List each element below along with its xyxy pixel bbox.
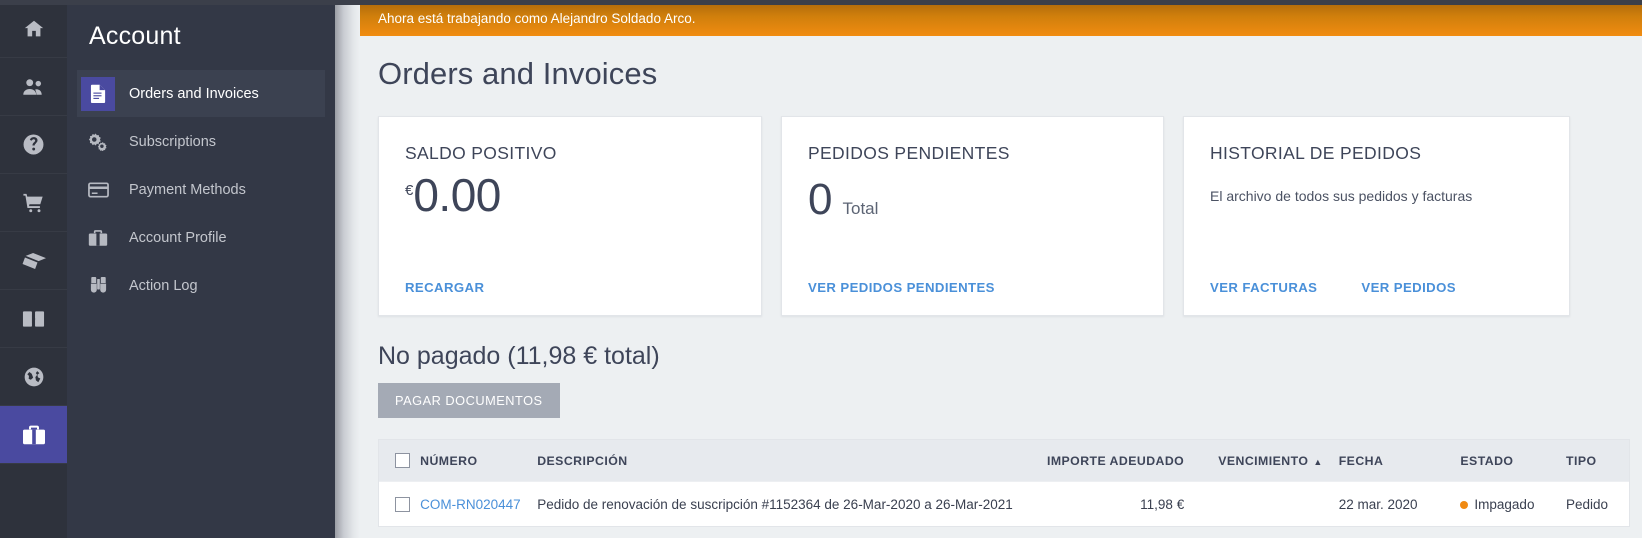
main-content: Ahora está trabajando como Alejandro Sol… — [360, 0, 1642, 538]
users-icon — [22, 76, 46, 98]
currency-symbol: € — [405, 182, 414, 199]
icon-rail — [0, 0, 67, 538]
document-icon — [81, 76, 115, 111]
ver-pedidos-pendientes-link[interactable]: VER PEDIDOS PENDIENTES — [808, 280, 995, 295]
status-badge: Impagado — [1474, 496, 1535, 512]
sidebar-item-subscriptions[interactable]: Subscriptions — [77, 118, 325, 165]
top-strip — [0, 0, 1642, 5]
app-window: Account Orders and Invoices Subscription… — [0, 0, 1642, 538]
unpaid-section-heading: No pagado (11,98 € total) — [378, 342, 660, 370]
impersonation-banner-text: Ahora está trabajando como Alejandro Sol… — [378, 10, 696, 26]
column-header-tipo[interactable]: TIPO — [1552, 440, 1629, 482]
cell-importe-adeudado: 11,98 € — [1018, 481, 1195, 527]
balance-value-row: € 0.00 — [405, 172, 735, 218]
column-header-descripcion[interactable]: DESCRIPCIÓN — [531, 440, 1019, 482]
home-icon — [23, 18, 45, 40]
card-title: HISTORIAL DE PEDIDOS — [1210, 143, 1422, 163]
account-sidebar: Account Orders and Invoices Subscription… — [67, 0, 335, 538]
column-header-importe-adeudado[interactable]: IMPORTE ADEUDADO — [1019, 440, 1194, 482]
card-historial-de-pedidos: HISTORIAL DE PEDIDOS El archivo de todos… — [1183, 116, 1570, 316]
card-description: El archivo de todos sus pedidos y factur… — [1210, 188, 1473, 204]
column-header-vencimiento-label: VENCIMIENTO — [1218, 453, 1309, 468]
column-header-numero[interactable]: NÚMERO — [414, 440, 531, 482]
pay-documents-button[interactable]: PAGAR DOCUMENTOS — [378, 383, 560, 418]
column-header-vencimiento[interactable]: VENCIMIENTO ▲ — [1194, 440, 1329, 482]
sidebar-item-orders-and-invoices[interactable]: Orders and Invoices — [77, 70, 325, 117]
pending-count: 0 — [808, 175, 833, 224]
rail-item-globe[interactable] — [0, 348, 67, 406]
balance-amount: 0.00 — [413, 169, 501, 221]
sidebar-item-label: Orders and Invoices — [129, 85, 259, 102]
pending-count-label: Total — [842, 199, 879, 218]
rail-item-cart[interactable] — [0, 174, 67, 232]
cell-numero: COM-RN020447 — [414, 481, 532, 527]
cell-tipo: Pedido — [1552, 481, 1629, 527]
sidebar-content-gutter — [335, 0, 360, 538]
status-dot-icon — [1460, 501, 1469, 510]
sidebar-item-payment-methods[interactable]: Payment Methods — [77, 166, 325, 213]
card-title: PEDIDOS PENDIENTES — [808, 143, 1010, 163]
card-title: SALDO POSITIVO — [405, 143, 557, 163]
card-pedidos-pendientes: PEDIDOS PENDIENTES 0 Total VER PEDIDOS P… — [781, 116, 1164, 316]
gears-icon — [81, 125, 115, 159]
help-icon — [22, 133, 45, 156]
select-all-checkbox[interactable] — [395, 453, 410, 469]
card-saldo-positivo: SALDO POSITIVO € 0.00 RECARGAR — [378, 116, 762, 316]
cell-fecha: 22 mar. 2020 — [1328, 481, 1445, 527]
briefcase-icon — [22, 424, 46, 446]
tag-icon — [22, 251, 46, 271]
rail-item-users[interactable] — [0, 58, 67, 116]
ver-pedidos-link[interactable]: VER PEDIDOS — [1361, 280, 1456, 295]
sidebar-item-label: Subscriptions — [129, 133, 217, 150]
cell-descripcion: Pedido de renovación de suscripción #115… — [531, 481, 1019, 527]
page-title: Orders and Invoices — [378, 56, 658, 91]
sidebar-item-action-log[interactable]: Action Log — [77, 262, 325, 309]
cell-estado: Impagado — [1444, 481, 1553, 527]
cart-icon — [22, 192, 45, 214]
ver-facturas-link[interactable]: VER FACTURAS — [1210, 280, 1317, 295]
impersonation-banner: Ahora está trabajando como Alejandro Sol… — [360, 0, 1642, 36]
table-row: COM-RN020447 Pedido de renovación de sus… — [379, 481, 1629, 527]
sidebar-item-label: Payment Methods — [129, 181, 246, 198]
sidebar-item-account-profile[interactable]: Account Profile — [77, 214, 325, 261]
rail-item-tag[interactable] — [0, 232, 67, 290]
document-number-link[interactable]: COM-RN020447 — [420, 497, 521, 512]
column-header-estado[interactable]: ESTADO — [1444, 440, 1552, 482]
cell-vencimiento — [1194, 481, 1329, 527]
globe-icon — [23, 366, 45, 388]
recargar-link[interactable]: RECARGAR — [405, 280, 484, 295]
column-header-fecha[interactable]: FECHA — [1329, 440, 1445, 482]
briefcase-icon — [81, 221, 115, 255]
pending-count-row: 0 Total — [808, 178, 1137, 222]
rail-item-transfer[interactable] — [0, 290, 67, 348]
card-links: VER FACTURAS VER PEDIDOS — [1210, 280, 1456, 295]
rail-item-help[interactable] — [0, 116, 67, 174]
card-links: VER PEDIDOS PENDIENTES — [808, 280, 995, 295]
row-select-cell — [379, 481, 415, 527]
unpaid-documents-table: NÚMERO DESCRIPCIÓN IMPORTE ADEUDADO VENC… — [378, 439, 1630, 528]
sort-ascending-icon: ▲ — [1313, 456, 1323, 467]
sidebar-item-label: Account Profile — [129, 229, 227, 246]
credit-card-icon — [81, 173, 115, 207]
summary-cards: SALDO POSITIVO € 0.00 RECARGAR PEDIDOS P… — [360, 92, 1642, 316]
rail-item-home[interactable] — [0, 0, 67, 58]
sidebar-item-label: Action Log — [129, 277, 198, 294]
sidebar-nav-list: Orders and Invoices Subscriptions Paymen… — [67, 70, 335, 309]
select-all-header — [379, 440, 414, 482]
table-header-row: NÚMERO DESCRIPCIÓN IMPORTE ADEUDADO VENC… — [379, 440, 1629, 482]
sidebar-title: Account — [89, 22, 181, 50]
card-links: RECARGAR — [405, 280, 484, 295]
binoculars-icon — [81, 269, 115, 303]
row-checkbox[interactable] — [395, 497, 410, 513]
transfer-icon — [22, 309, 45, 329]
rail-item-briefcase[interactable] — [0, 406, 67, 464]
